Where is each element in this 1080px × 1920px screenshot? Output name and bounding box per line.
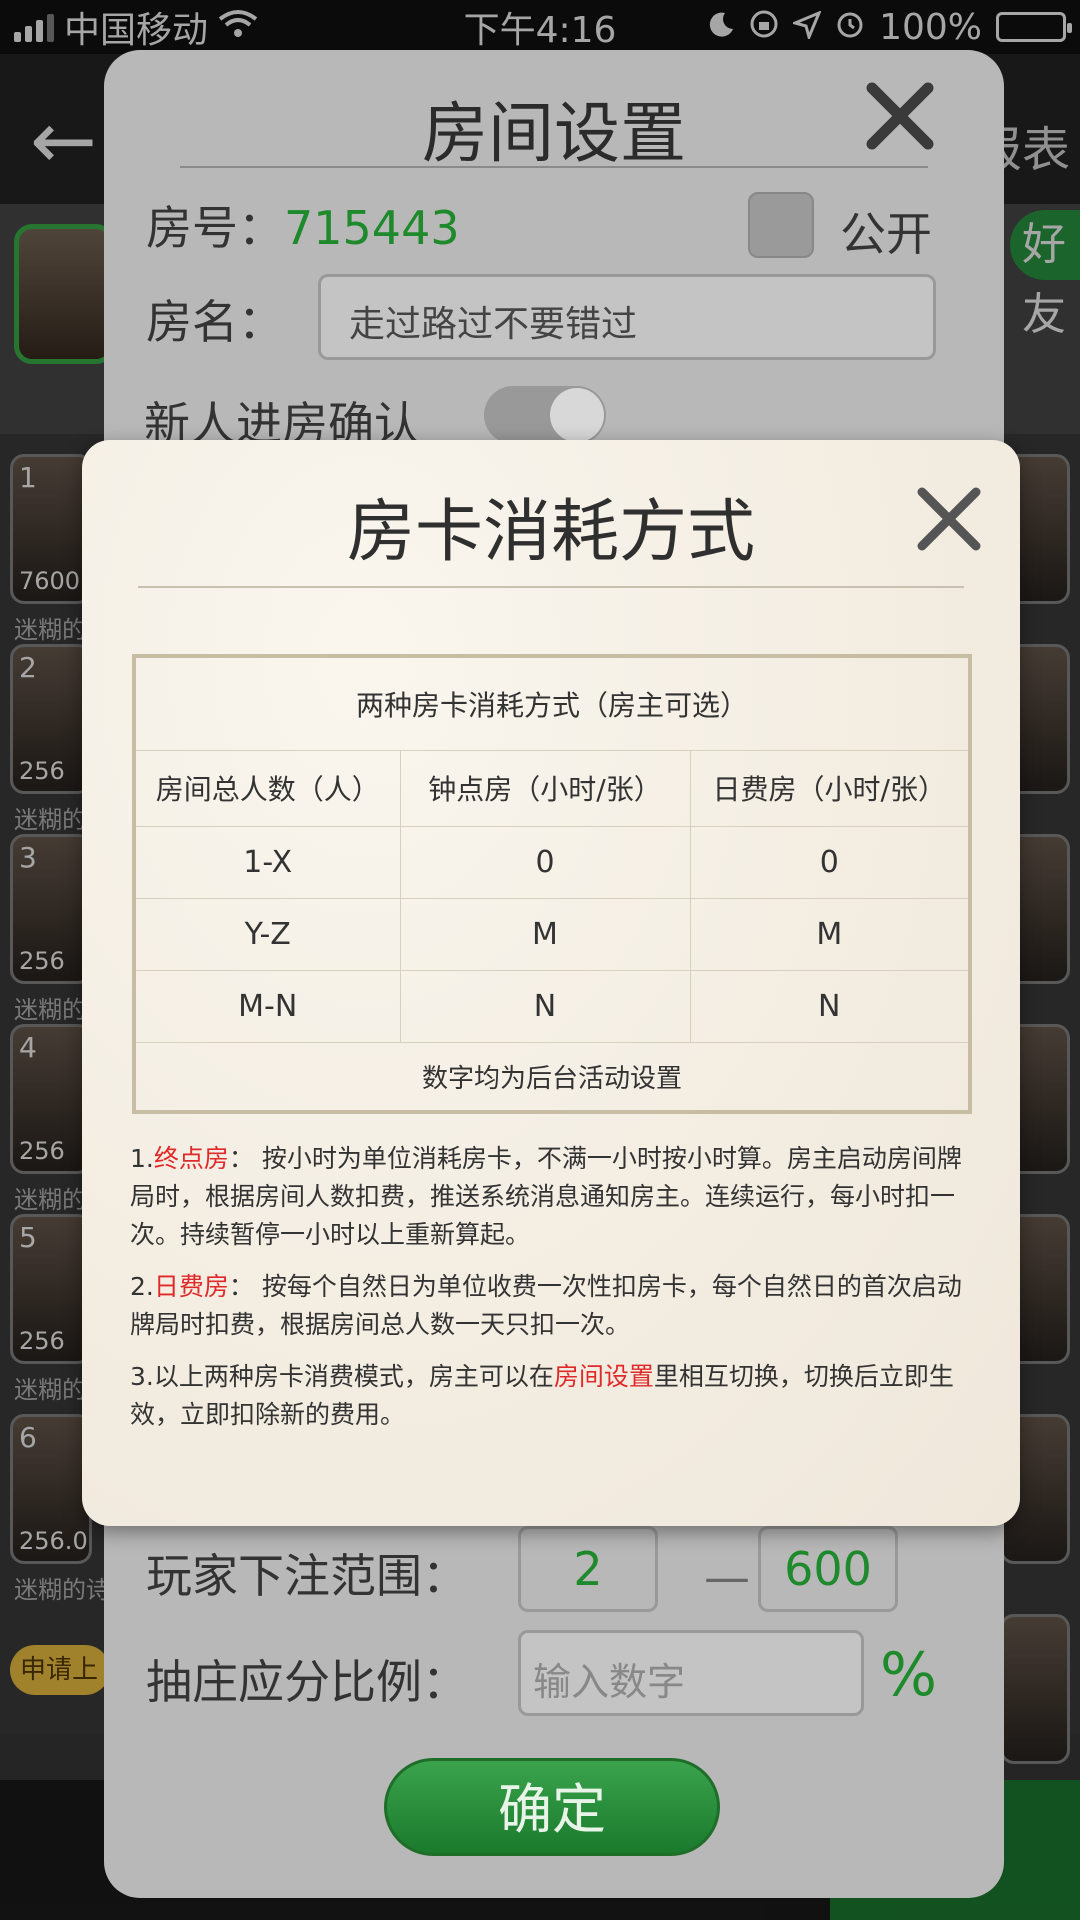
room-number-label: 房号： bbox=[146, 201, 284, 255]
table-row: Y-Z M M bbox=[133, 897, 971, 971]
table-cell: N bbox=[689, 969, 971, 1043]
note-term: 终点房 bbox=[153, 1144, 229, 1173]
public-label: 公开 bbox=[840, 207, 932, 261]
card-consumption-modal: 房卡消耗方式 两种房卡消耗方式（房主可选） 房间总人数（人） 钟点房（小时/张）… bbox=[82, 440, 1020, 1526]
room-name-input[interactable]: 走过路过不要错过 bbox=[318, 274, 936, 360]
room-number-value: 715443 bbox=[284, 201, 460, 255]
column-header: 日费房（小时/张） bbox=[689, 749, 971, 827]
room-settings-link[interactable]: 房间设置 bbox=[554, 1362, 654, 1391]
table-cell: 0 bbox=[689, 825, 971, 899]
table-row: 1-X 0 0 bbox=[133, 825, 971, 899]
table-cell: N bbox=[399, 969, 691, 1043]
table-cell: 0 bbox=[399, 825, 691, 899]
bet-max-input[interactable]: 600 bbox=[758, 1526, 898, 1612]
note-term: 日费房 bbox=[153, 1272, 229, 1301]
table-footer: 数字均为后台活动设置 bbox=[133, 1041, 971, 1113]
table-footer-row: 数字均为后台活动设置 bbox=[133, 1041, 971, 1113]
dealer-ratio-label: 抽庄应分比例： bbox=[146, 1655, 468, 1709]
public-checkbox[interactable] bbox=[748, 192, 814, 258]
column-header: 钟点房（小时/张） bbox=[399, 749, 691, 827]
divider bbox=[138, 586, 964, 588]
note-switch: 3.以上两种房卡消费模式，房主可以在房间设置里相互切换，切换后立即生效，立即扣除… bbox=[130, 1362, 954, 1429]
consumption-table: 两种房卡消耗方式（房主可选） 房间总人数（人） 钟点房（小时/张） 日费房（小时… bbox=[132, 654, 973, 1114]
table-cell: M bbox=[399, 897, 691, 971]
table-caption: 两种房卡消耗方式（房主可选） bbox=[133, 655, 971, 751]
bet-min-input[interactable]: 2 bbox=[518, 1526, 658, 1612]
table-cell: M-N bbox=[133, 969, 401, 1043]
bet-range-label: 玩家下注范围： bbox=[146, 1549, 468, 1603]
table-cell: Y-Z bbox=[133, 897, 401, 971]
table-cell: M bbox=[689, 897, 971, 971]
confirm-button[interactable]: 确定 bbox=[384, 1758, 720, 1856]
close-icon[interactable] bbox=[914, 484, 984, 554]
percent-sign: % bbox=[880, 1640, 938, 1710]
table-cell: 1-X bbox=[133, 825, 401, 899]
room-name-label: 房名： bbox=[146, 295, 284, 349]
table-row: M-N N N bbox=[133, 969, 971, 1043]
dealer-ratio-input[interactable]: 输入数字 bbox=[518, 1630, 864, 1716]
room-number-row: 房号：715443 bbox=[146, 192, 460, 258]
notes: 1.终点房： 按小时为单位消耗房卡，不满一小时按小时算。房主启动房间牌局时，根据… bbox=[130, 1140, 980, 1448]
table-header-row: 房间总人数（人） 钟点房（小时/张） 日费房（小时/张） bbox=[133, 749, 971, 827]
range-dash: — bbox=[704, 1550, 750, 1604]
column-header: 房间总人数（人） bbox=[133, 749, 401, 827]
note-hourly: 1.终点房： 按小时为单位消耗房卡，不满一小时按小时算。房主启动房间牌局时，根据… bbox=[130, 1144, 962, 1249]
table-caption-row: 两种房卡消耗方式（房主可选） bbox=[133, 655, 971, 751]
newcomer-confirm-toggle[interactable] bbox=[484, 386, 606, 444]
card-modal-title: 房卡消耗方式 bbox=[346, 493, 755, 572]
divider bbox=[180, 166, 928, 168]
close-icon[interactable] bbox=[862, 78, 938, 154]
note-daily: 2.日费房： 按每个自然日为单位收费一次性扣房卡，每个自然日的首次启动牌局时扣费… bbox=[130, 1272, 962, 1339]
